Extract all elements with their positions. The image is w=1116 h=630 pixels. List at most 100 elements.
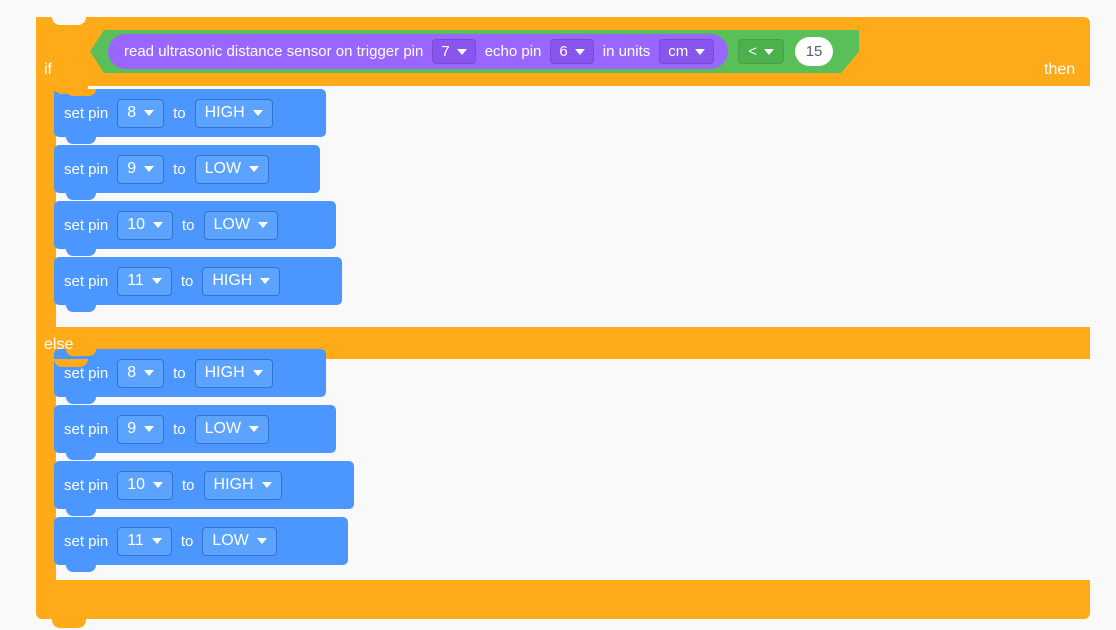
chevron-down-icon <box>252 110 263 116</box>
chevron-down-icon <box>144 110 155 116</box>
set-pin-middle-label: to <box>173 420 186 438</box>
pin-state-value: HIGH <box>204 104 245 121</box>
pin-state-dropdown[interactable]: HIGH <box>194 358 273 388</box>
blocks-workspace[interactable]: if then read ultrasonic distance sensor … <box>0 0 1116 630</box>
pin-number-dropdown[interactable]: 9 <box>117 414 165 444</box>
set-pin-middle-label: to <box>182 216 195 234</box>
chevron-down-icon <box>153 222 163 228</box>
then-keyword-label: then <box>1044 61 1076 78</box>
pin-state-dropdown[interactable]: HIGH <box>202 266 281 296</box>
set-pin-prefix-label: set pin <box>64 476 109 494</box>
pin-state-value: HIGH <box>213 476 254 493</box>
if-block-bottom-bar[interactable] <box>36 580 1090 619</box>
threshold-number-input[interactable]: 15 <box>795 37 833 66</box>
set-pin-prefix-label: set pin <box>64 160 109 178</box>
chevron-down-icon <box>151 538 162 544</box>
pin-state-value: LOW <box>204 160 242 177</box>
comparison-operator-dropdown[interactable]: < <box>738 39 784 64</box>
pin-number-dropdown[interactable]: 8 <box>117 98 165 128</box>
set-pin-block[interactable]: set pin 10 to LOW <box>54 201 336 256</box>
pin-number-dropdown[interactable]: 10 <box>117 210 173 240</box>
block-bottom-tab <box>66 397 96 404</box>
pin-state-dropdown[interactable]: HIGH <box>194 98 273 128</box>
pin-number-value: 11 <box>127 532 144 549</box>
pin-number-value: 11 <box>127 272 144 289</box>
block-bottom-tab <box>66 193 96 200</box>
chevron-down-icon <box>764 49 774 55</box>
set-pin-middle-label: to <box>180 532 194 550</box>
block-bottom-tab <box>66 305 96 312</box>
pin-number-dropdown[interactable]: 11 <box>117 266 172 296</box>
pin-state-value: LOW <box>212 532 249 549</box>
pin-state-dropdown[interactable]: LOW <box>194 414 270 444</box>
if-keyword-label: if <box>44 61 52 78</box>
pin-number-dropdown[interactable]: 11 <box>117 526 172 556</box>
units-dropdown[interactable]: cm <box>659 39 714 64</box>
ultrasonic-distance-reporter-block[interactable]: read ultrasonic distance sensor on trigg… <box>108 34 728 69</box>
pin-number-value: 10 <box>127 476 145 493</box>
pin-state-dropdown[interactable]: LOW <box>202 526 277 556</box>
set-pin-block[interactable]: set pin 9 to LOW <box>54 145 320 200</box>
threshold-value: 15 <box>805 43 823 60</box>
chevron-down-icon <box>261 482 272 488</box>
set-pin-prefix-label: set pin <box>64 532 109 550</box>
trigger-pin-dropdown[interactable]: 7 <box>432 39 475 64</box>
set-pin-block[interactable]: set pin 11 to HIGH <box>54 257 342 312</box>
set-pin-prefix-label: set pin <box>64 272 109 290</box>
pin-number-value: 9 <box>127 420 137 437</box>
pin-number-value: 8 <box>127 364 137 381</box>
block-top-notch <box>66 201 96 208</box>
set-pin-middle-label: to <box>180 272 194 290</box>
chevron-down-icon <box>256 538 267 544</box>
pin-state-value: HIGH <box>212 272 253 289</box>
set-pin-block[interactable]: set pin 10 to HIGH <box>54 461 354 516</box>
chevron-down-icon <box>151 278 162 284</box>
reporter-label-echo: echo pin <box>484 43 542 60</box>
set-pin-prefix-label: set pin <box>64 420 109 438</box>
block-bottom-tab <box>66 509 96 516</box>
pin-state-dropdown[interactable]: LOW <box>203 210 278 240</box>
comparison-operator-block[interactable]: read ultrasonic distance sensor on trigg… <box>90 30 859 73</box>
block-top-notch <box>66 405 96 412</box>
set-pin-block[interactable]: set pin 8 to HIGH <box>54 89 326 144</box>
set-pin-block[interactable]: set pin 9 to LOW <box>54 405 336 460</box>
block-top-notch <box>66 257 96 264</box>
set-pin-block[interactable]: set pin 11 to LOW <box>54 517 348 572</box>
pin-number-dropdown[interactable]: 8 <box>117 358 165 388</box>
chevron-down-icon <box>153 482 163 488</box>
set-pin-middle-label: to <box>173 160 186 178</box>
if-block-top-notch <box>52 16 86 25</box>
pin-number-dropdown[interactable]: 10 <box>117 470 173 500</box>
set-pin-prefix-label: set pin <box>64 104 109 122</box>
set-pin-middle-label: to <box>182 476 195 494</box>
units-value: cm <box>668 43 689 60</box>
comparison-operator-value: < <box>748 43 758 60</box>
chevron-down-icon <box>575 49 585 55</box>
reporter-label-units: in units <box>602 43 651 60</box>
pin-state-dropdown[interactable]: HIGH <box>203 470 282 500</box>
set-pin-block[interactable]: set pin 8 to HIGH <box>54 349 326 404</box>
echo-pin-value: 6 <box>559 43 568 60</box>
chevron-down-icon <box>695 49 705 55</box>
pin-number-dropdown[interactable]: 9 <box>117 154 165 184</box>
pin-number-value: 10 <box>127 216 145 233</box>
pin-state-value: LOW <box>213 216 250 233</box>
pin-state-dropdown[interactable]: LOW <box>194 154 270 184</box>
reporter-label-trigger: read ultrasonic distance sensor on trigg… <box>124 43 424 60</box>
block-bottom-tab <box>66 453 96 460</box>
block-top-notch <box>66 461 96 468</box>
chevron-down-icon <box>144 426 155 432</box>
pin-state-value: HIGH <box>204 364 245 381</box>
chevron-down-icon <box>252 370 263 376</box>
echo-pin-dropdown[interactable]: 6 <box>550 39 593 64</box>
trigger-pin-value: 7 <box>441 43 450 60</box>
block-bottom-tab <box>66 565 96 572</box>
set-pin-prefix-label: set pin <box>64 364 109 382</box>
chevron-down-icon <box>249 166 260 172</box>
block-top-notch <box>66 145 96 152</box>
pin-state-value: LOW <box>204 420 242 437</box>
set-pin-middle-label: to <box>173 104 186 122</box>
block-bottom-tab <box>66 249 96 256</box>
then-branch-connector-notch <box>54 86 88 94</box>
set-pin-prefix-label: set pin <box>64 216 109 234</box>
